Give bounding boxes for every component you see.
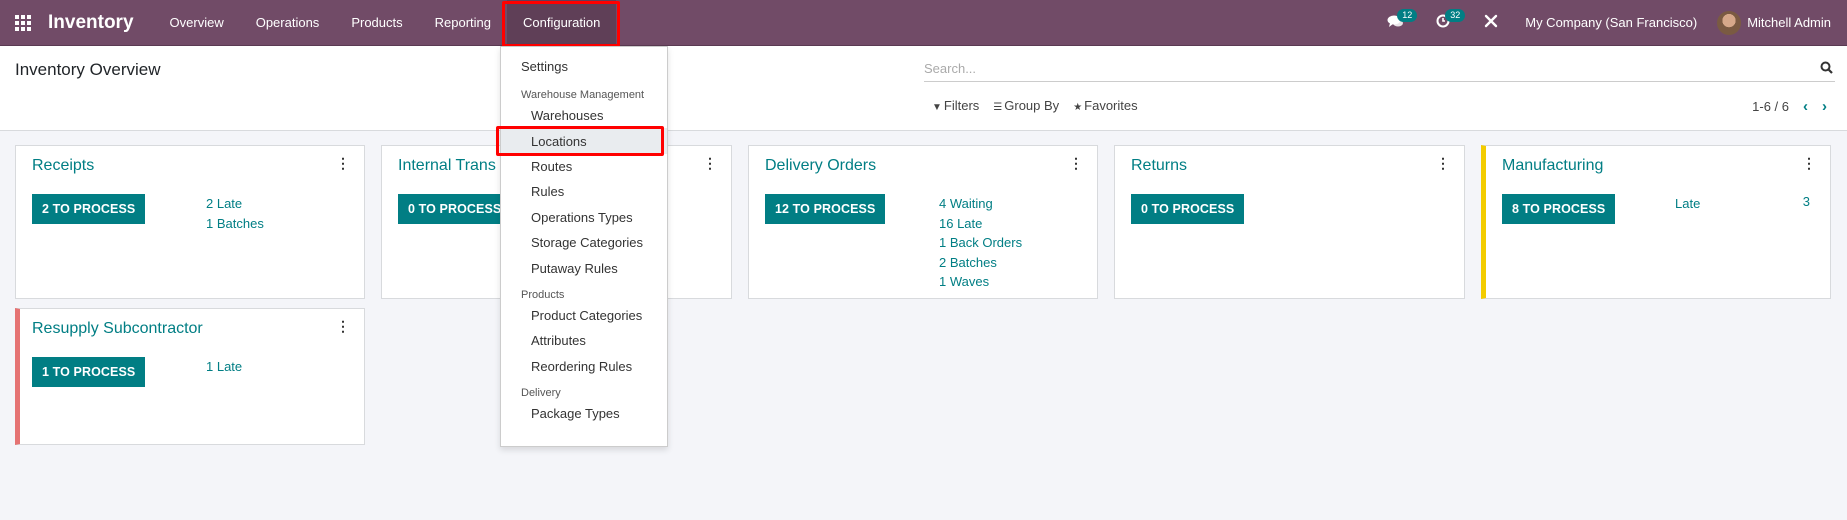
debug-tools-button[interactable] (1467, 0, 1515, 46)
stat-link[interactable]: 16 Late (939, 214, 1022, 234)
activities-button[interactable]: 32 (1419, 0, 1467, 46)
card-title[interactable]: Returns (1131, 157, 1187, 175)
group-by-label: Group By (1004, 98, 1060, 113)
apps-menu-icon[interactable] (0, 0, 46, 46)
filters-button[interactable]: ▼ Filters (932, 98, 979, 113)
card-stats: 4 Waiting 16 Late 1 Back Orders 2 Batche… (939, 194, 1022, 292)
card-title[interactable]: Manufacturing (1502, 157, 1603, 175)
pager: 1-6 / 6 ‹ › (1752, 98, 1827, 115)
nav-configuration[interactable]: Configuration (501, 0, 621, 47)
menu-item-attributes[interactable]: Attributes (501, 328, 667, 353)
stat-link[interactable]: 1 Batches (206, 214, 264, 234)
card-resupply-subcontractor: Resupply Subcontractor ⋮ 1 TO PROCESS 1 … (15, 308, 365, 445)
to-process-button[interactable]: 0 TO PROCESS (398, 194, 512, 224)
user-avatar (1717, 10, 1742, 35)
favorites-label: Favorites (1084, 98, 1138, 113)
menu-section-header: Warehouse Management (521, 89, 645, 101)
pager-next-icon[interactable]: › (1822, 98, 1827, 115)
tools-icon (1484, 14, 1498, 32)
to-process-button[interactable]: 12 TO PROCESS (765, 194, 886, 224)
to-process-button[interactable]: 8 TO PROCESS (1502, 194, 1616, 224)
to-process-button[interactable]: 2 TO PROCESS (32, 194, 146, 224)
to-process-button[interactable]: 1 TO PROCESS (32, 357, 146, 387)
list-icon: ☰ (993, 102, 1003, 113)
kebab-menu-icon[interactable]: ⋮ (336, 156, 350, 170)
page-title: Inventory Overview (15, 60, 161, 79)
pager-previous-icon[interactable]: ‹ (1803, 98, 1808, 115)
configuration-dropdown: Settings Warehouse Management Warehouses… (496, 46, 668, 447)
menu-item-product-categories[interactable]: Product Categories (501, 303, 667, 328)
search-input[interactable] (924, 61, 1817, 76)
menu-item-storage-categories[interactable]: Storage Categories (501, 230, 667, 255)
favorites-button[interactable]: ★ Favorites (1073, 98, 1137, 113)
card-receipts: Receipts ⋮ 2 TO PROCESS 2 Late 1 Batches (15, 145, 365, 299)
nav-operations[interactable]: Operations (240, 0, 336, 46)
card-title[interactable]: Resupply Subcontractor (32, 320, 203, 338)
card-title[interactable]: Receipts (32, 157, 94, 175)
card-stats: Late (1675, 194, 1700, 214)
menu-item-settings[interactable]: Settings (501, 53, 667, 79)
card-stats: 1 Late (206, 357, 242, 377)
nav-reporting[interactable]: Reporting (419, 0, 507, 46)
filters-label: Filters (943, 98, 980, 113)
card-returns: Returns ⋮ 0 TO PROCESS (1114, 145, 1465, 299)
pager-value[interactable]: 1-6 / 6 (1752, 99, 1789, 114)
user-name: Mitchell Admin (1747, 15, 1831, 30)
menu-item-reordering-rules[interactable]: Reordering Rules (501, 354, 667, 379)
search-bar (924, 56, 1835, 82)
kebab-menu-icon[interactable]: ⋮ (1802, 156, 1816, 170)
messages-count-badge: 12 (1397, 8, 1418, 22)
menu-item-routes[interactable]: Routes (501, 154, 667, 179)
menu-section-header: Products (521, 288, 565, 301)
menu-item-putaway-rules[interactable]: Putaway Rules (501, 255, 667, 280)
stat-link[interactable]: 2 Batches (939, 253, 1022, 273)
search-icon[interactable] (1817, 61, 1835, 77)
card-manufacturing: Manufacturing ⋮ 8 TO PROCESS Late 3 (1481, 145, 1831, 299)
kebab-menu-icon[interactable]: ⋮ (336, 319, 350, 333)
app-name[interactable]: Inventory (48, 12, 134, 34)
card-stats: 2 Late 1 Batches (206, 194, 264, 233)
menu-item-warehouses[interactable]: Warehouses (501, 103, 667, 128)
messages-button[interactable]: 12 (1371, 0, 1419, 46)
stat-link[interactable]: 4 Waiting (939, 194, 1022, 214)
menu-item-locations[interactable]: Locations (496, 126, 667, 157)
stat-link[interactable]: 1 Late (206, 357, 242, 377)
menu-item-package-types[interactable]: Package Types (501, 401, 667, 426)
activities-count-badge: 32 (1445, 8, 1466, 22)
stat-value: 3 (1802, 194, 1810, 209)
kebab-menu-icon[interactable]: ⋮ (1069, 156, 1083, 170)
nav-overview[interactable]: Overview (154, 0, 240, 46)
top-navbar: Inventory Overview Operations Products R… (0, 0, 1847, 47)
card-title[interactable]: Delivery Orders (765, 157, 876, 175)
kebab-menu-icon[interactable]: ⋮ (703, 156, 717, 170)
group-by-button[interactable]: ☰ Group By (993, 98, 1059, 113)
control-panel: Inventory Overview ▼Filters ☰Group By ★F… (0, 46, 1847, 131)
menu-item-rules[interactable]: Rules (501, 179, 667, 204)
card-delivery-orders: Delivery Orders ⋮ 12 TO PROCESS 4 Waitin… (748, 145, 1098, 299)
card-title[interactable]: Internal Trans (398, 157, 496, 175)
stat-link[interactable]: 1 Back Orders (939, 233, 1022, 253)
to-process-button[interactable]: 0 TO PROCESS (1131, 194, 1245, 224)
kebab-menu-icon[interactable]: ⋮ (1436, 156, 1450, 170)
stat-link[interactable]: 1 Waves (939, 272, 1022, 292)
filter-icon: ▼ (932, 102, 942, 113)
stat-link[interactable]: Late (1675, 194, 1700, 214)
stat-link[interactable]: 2 Late (206, 194, 264, 214)
menu-item-operations-types[interactable]: Operations Types (501, 205, 667, 230)
menu-section-header: Delivery (521, 386, 561, 399)
nav-products[interactable]: Products (335, 0, 418, 46)
company-switcher[interactable]: My Company (San Francisco) (1515, 15, 1717, 30)
search-options: ▼ Filters ☰ Group By ★ Favorites (932, 98, 1138, 113)
user-menu[interactable]: Mitchell Admin (1717, 10, 1847, 35)
star-icon: ★ (1073, 102, 1083, 113)
